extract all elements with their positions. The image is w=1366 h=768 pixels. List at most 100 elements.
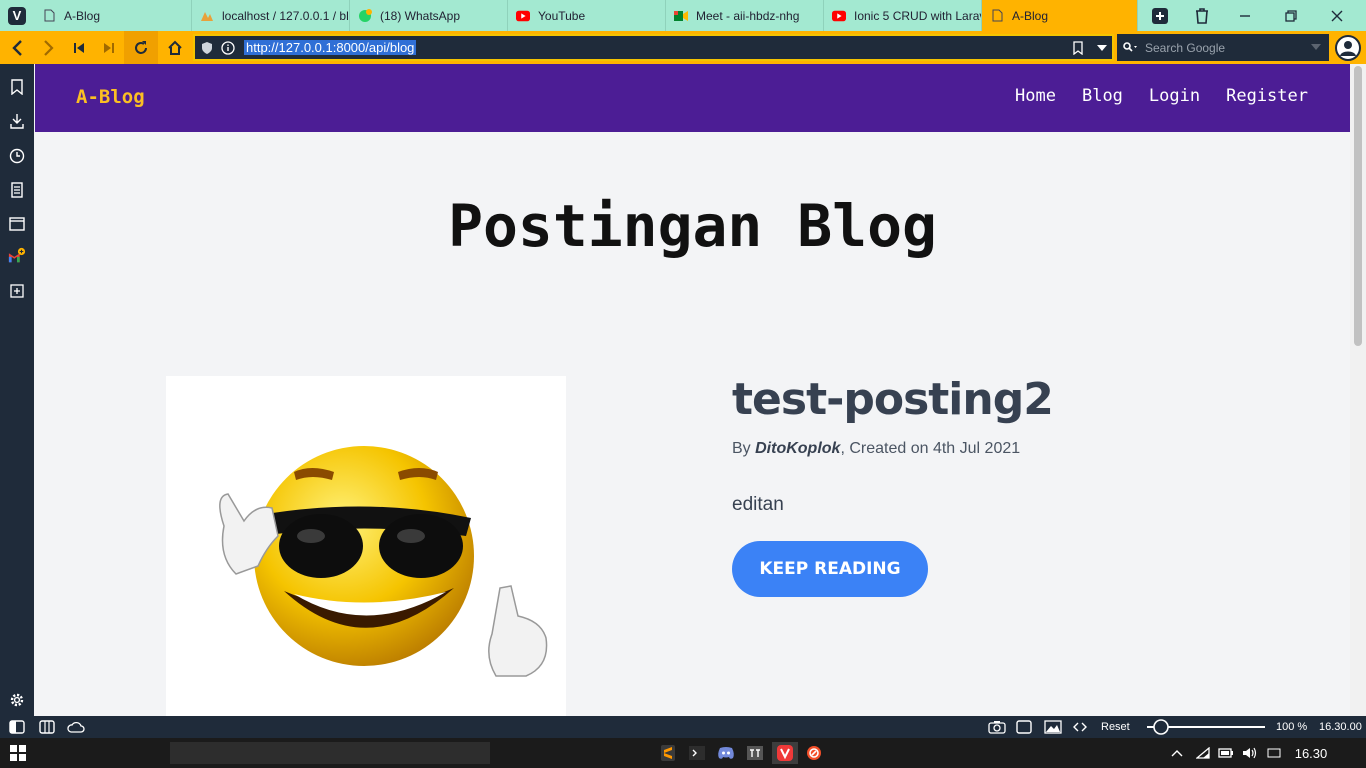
trash-button[interactable] <box>1182 0 1222 31</box>
tab-ionic-crud[interactable]: Ionic 5 CRUD with Larav <box>824 0 982 31</box>
bookmark-icon[interactable] <box>1073 41 1083 55</box>
tab-bar: V A-Blog localhost / 127.0.0.1 / bl (18)… <box>0 0 1366 31</box>
web-page: A-Blog Home Blog Login Register Postinga… <box>35 64 1350 716</box>
windows-logo-icon <box>10 745 26 761</box>
nav-link-blog[interactable]: Blog <box>1082 86 1123 106</box>
restore-button[interactable] <box>1268 0 1314 31</box>
tab-tiling-button[interactable] <box>39 719 55 735</box>
back-button[interactable] <box>0 31 34 64</box>
cool-smiley-thumbs-up-image <box>219 446 548 677</box>
new-tab-button[interactable] <box>1138 0 1182 31</box>
typora-app[interactable] <box>745 742 765 764</box>
phpmyadmin-icon <box>200 9 214 23</box>
vivaldi-app[interactable] <box>772 742 798 764</box>
tab-title: Meet - aii-hbdz-nhg <box>696 8 800 23</box>
youtube-icon <box>832 9 846 23</box>
post-meta: By DitoKoplok, Created on 4th Jul 2021 <box>732 440 1020 458</box>
minimize-button[interactable] <box>1222 0 1268 31</box>
bookmark-icon <box>11 79 23 95</box>
taskbar-clock[interactable]: 16.30 <box>1286 742 1336 764</box>
tab-a-blog-active[interactable]: A-Blog <box>982 0 1138 31</box>
add-panel-button[interactable] <box>8 282 26 300</box>
vivaldi-menu-button[interactable]: V <box>0 0 34 31</box>
page-tiling-button[interactable] <box>1016 719 1032 735</box>
search-dropdown-icon[interactable] <box>1311 44 1321 50</box>
history-panel-button[interactable] <box>8 147 26 165</box>
cloud-icon <box>67 721 85 733</box>
start-button[interactable] <box>8 742 28 764</box>
info-icon[interactable] <box>221 41 235 55</box>
tab-phpmyadmin[interactable]: localhost / 127.0.0.1 / bl <box>192 0 350 31</box>
keyboard-tray-icon[interactable] <box>1266 742 1282 764</box>
page-actions-button[interactable] <box>1073 719 1087 735</box>
post-created-date: , Created on 4th Jul 2021 <box>840 440 1021 457</box>
status-clock: 16.30.00 <box>1319 721 1362 733</box>
profile-avatar[interactable] <box>1335 35 1361 61</box>
gmail-panel-button[interactable] <box>8 247 26 265</box>
post-title[interactable]: test-posting2 <box>732 374 1054 425</box>
bookmarks-panel-button[interactable] <box>8 78 26 96</box>
terminal-app[interactable] <box>687 742 707 764</box>
post-image <box>166 376 566 716</box>
sync-button[interactable] <box>67 719 85 735</box>
tab-title: YouTube <box>538 8 586 23</box>
settings-button[interactable] <box>8 691 26 709</box>
discord-app[interactable] <box>716 742 736 764</box>
tab-meet[interactable]: Meet - aii-hbdz-nhg <box>666 0 824 31</box>
capture-button[interactable] <box>988 719 1006 735</box>
notes-icon <box>11 182 23 198</box>
git-app[interactable] <box>804 742 824 764</box>
home-button[interactable] <box>158 31 192 64</box>
reload-icon <box>135 40 147 54</box>
code-icon <box>1073 722 1087 732</box>
window-icon <box>9 217 25 231</box>
window-panel-button[interactable] <box>8 215 26 233</box>
sublime-text-app[interactable] <box>658 742 678 764</box>
notes-panel-button[interactable] <box>8 181 26 199</box>
url-text[interactable]: http://127.0.0.1:8000/api/blog <box>244 40 417 55</box>
image-icon <box>1044 720 1062 734</box>
zoom-reset-button[interactable]: Reset <box>1101 719 1130 735</box>
images-toggle-button[interactable] <box>1044 719 1062 735</box>
volume-tray-icon[interactable] <box>1242 742 1258 764</box>
forward-icon <box>44 39 54 56</box>
nav-link-home[interactable]: Home <box>1015 86 1056 106</box>
keep-reading-button[interactable]: KEEP READING <box>732 541 928 597</box>
page-scrollbar[interactable] <box>1350 64 1366 716</box>
plus-icon <box>1152 7 1168 24</box>
page-icon <box>990 9 1004 23</box>
close-window-button[interactable] <box>1314 0 1360 31</box>
tab-whatsapp[interactable]: (18) WhatsApp <box>350 0 508 31</box>
fast-forward-icon <box>104 42 114 53</box>
gmail-icon <box>8 247 26 263</box>
scrollbar-thumb[interactable] <box>1354 66 1362 346</box>
toggle-panel-button[interactable] <box>9 719 25 735</box>
nav-link-register[interactable]: Register <box>1226 86 1308 106</box>
chevron-up-icon <box>1171 750 1183 757</box>
dropdown-icon[interactable] <box>1097 45 1107 51</box>
tab-a-blog-1[interactable]: A-Blog <box>34 0 192 31</box>
address-toolbar: http://127.0.0.1:8000/api/blog Search Go… <box>0 31 1366 64</box>
zoom-slider-track <box>1147 719 1265 735</box>
zoom-slider[interactable] <box>1145 719 1267 735</box>
downloads-panel-button[interactable] <box>8 112 26 130</box>
panel-toggle-icon <box>9 720 25 734</box>
wifi-tray-icon[interactable] <box>1195 742 1211 764</box>
battery-tray-icon[interactable] <box>1218 742 1234 764</box>
rewind-button[interactable] <box>64 31 94 64</box>
search-field[interactable]: Search Google <box>1117 34 1329 61</box>
rewind-icon <box>74 42 84 53</box>
site-brand-link[interactable]: A-Blog <box>76 86 145 108</box>
tray-overflow-button[interactable] <box>1169 742 1185 764</box>
typora-icon <box>747 746 763 760</box>
address-field[interactable]: http://127.0.0.1:8000/api/blog <box>193 34 1114 61</box>
reload-button[interactable] <box>124 31 158 64</box>
terminal-icon <box>689 746 705 760</box>
nav-link-login[interactable]: Login <box>1149 86 1200 106</box>
user-icon <box>1340 41 1356 56</box>
site-nav-links: Home Blog Login Register <box>1015 86 1308 106</box>
tab-youtube[interactable]: YouTube <box>508 0 666 31</box>
forward-button[interactable] <box>34 31 64 64</box>
post-by: By <box>732 440 756 457</box>
fast-forward-button[interactable] <box>94 31 124 64</box>
